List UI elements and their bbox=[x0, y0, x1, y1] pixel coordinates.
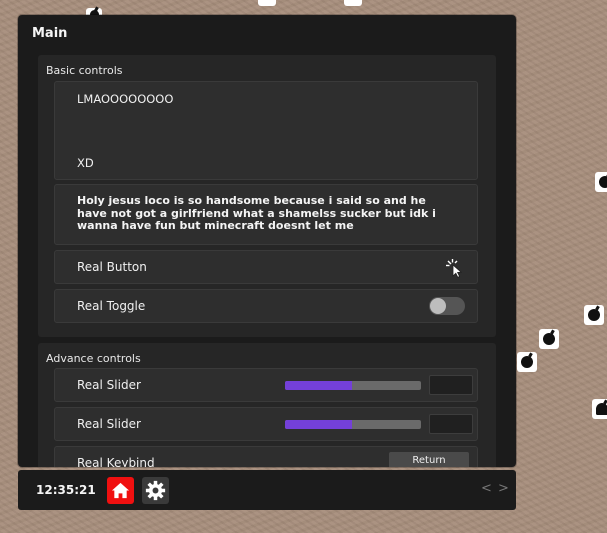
toggle-knob bbox=[430, 298, 446, 314]
real-keybind[interactable]: Real Keybind Return bbox=[54, 446, 478, 467]
button-label: Real Button bbox=[77, 260, 147, 274]
section-title-basic: Basic controls bbox=[46, 64, 123, 77]
slider-fill bbox=[285, 381, 352, 390]
slider-value-box[interactable] bbox=[429, 414, 473, 434]
main-window: Main Basic controls LMAOOOOOOOO XD Holy … bbox=[18, 15, 516, 467]
world-fire-sprite bbox=[592, 399, 607, 419]
prev-arrow[interactable]: < bbox=[481, 481, 492, 496]
home-icon bbox=[111, 482, 130, 499]
next-arrow[interactable]: > bbox=[498, 481, 509, 496]
bottom-bar: 12:35:21 < > bbox=[18, 470, 516, 510]
settings-tab-button[interactable] bbox=[142, 477, 169, 504]
label-line: XD bbox=[77, 156, 94, 170]
real-slider[interactable]: Real Slider bbox=[54, 407, 478, 441]
world-sprite bbox=[344, 0, 362, 6]
world-sprite bbox=[258, 0, 276, 6]
advance-controls-section: Advance controls Real Slider Real Slider… bbox=[38, 343, 496, 467]
gear-icon bbox=[145, 480, 166, 501]
real-slider[interactable]: Real Slider bbox=[54, 368, 478, 402]
paragraph-box: Holy jesus loco is so handsome because i… bbox=[54, 184, 478, 245]
toggle-label: Real Toggle bbox=[77, 299, 146, 313]
section-title-advance: Advance controls bbox=[46, 352, 141, 365]
slider-value-box[interactable] bbox=[429, 375, 473, 395]
slider-label: Real Slider bbox=[77, 417, 141, 431]
world-bomb-sprite bbox=[539, 329, 559, 349]
label-box: LMAOOOOOOOO XD bbox=[54, 81, 478, 180]
toggle-switch[interactable] bbox=[429, 297, 465, 315]
clock: 12:35:21 bbox=[36, 483, 96, 497]
world-bomb-sprite bbox=[584, 305, 604, 325]
label-line: LMAOOOOOOOO bbox=[77, 92, 174, 106]
home-tab-button[interactable] bbox=[107, 477, 134, 504]
paragraph-text: Holy jesus loco is so handsome because i… bbox=[77, 194, 436, 232]
slider-fill bbox=[285, 420, 352, 429]
click-cursor-icon bbox=[446, 259, 463, 278]
keybind-button[interactable]: Return bbox=[389, 452, 469, 467]
world-bomb-sprite bbox=[595, 172, 607, 192]
slider-label: Real Slider bbox=[77, 378, 141, 392]
real-button[interactable]: Real Button bbox=[54, 250, 478, 284]
real-toggle[interactable]: Real Toggle bbox=[54, 289, 478, 323]
slider-track[interactable] bbox=[285, 420, 421, 429]
basic-controls-section: Basic controls LMAOOOOOOOO XD Holy jesus… bbox=[38, 55, 496, 337]
keybind-label: Real Keybind bbox=[77, 456, 155, 467]
window-title: Main bbox=[32, 26, 68, 41]
world-bomb-sprite bbox=[517, 352, 537, 372]
slider-track[interactable] bbox=[285, 381, 421, 390]
